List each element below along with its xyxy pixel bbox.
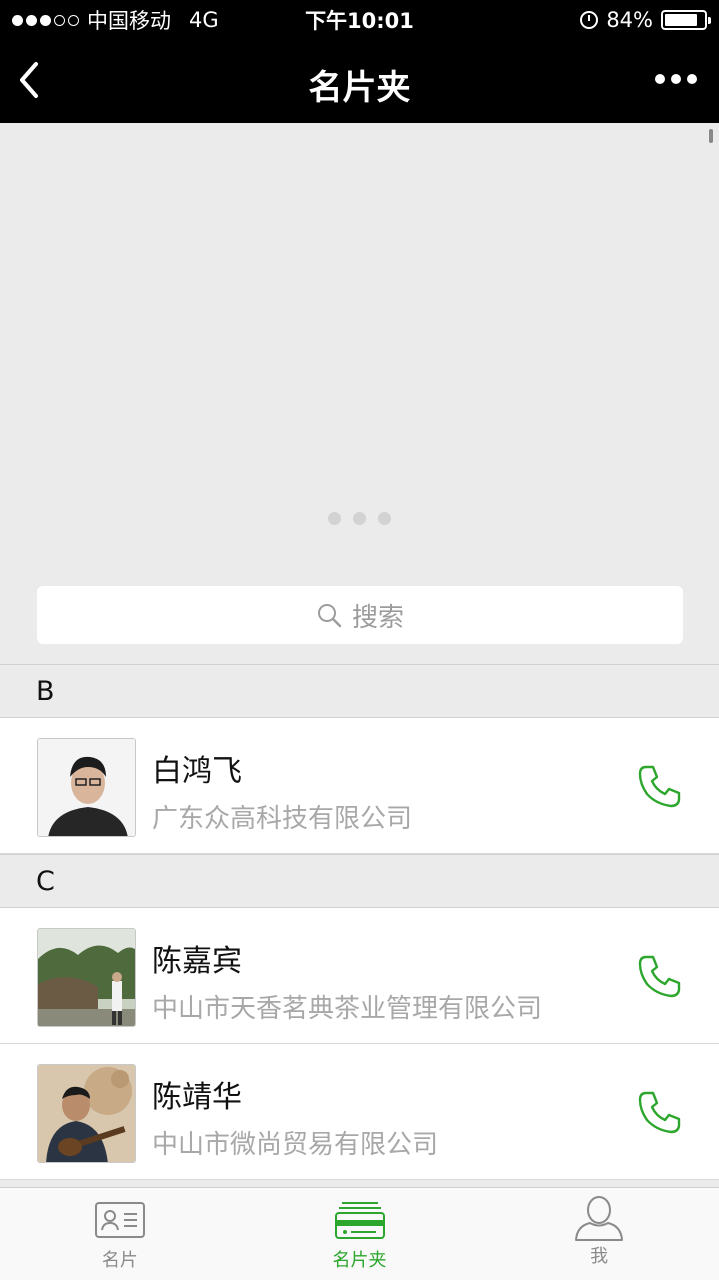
phone-icon [638,955,681,998]
contact-row[interactable]: 陈靖华 中山市微尚贸易有限公司 [0,1044,719,1180]
avatar[interactable] [37,928,136,1027]
network-type: 4G [189,8,219,32]
tab-bar: 名片 名片夹 我 [0,1187,719,1280]
status-bar: 中国移动 4G 下午10:01 84% [0,0,719,40]
carrier-name: 中国移动 [87,9,171,33]
call-button[interactable] [636,952,684,1000]
call-button[interactable] [636,1088,684,1136]
search-placeholder: 搜索 [351,602,404,633]
tab-label: 名片夹 [332,1250,387,1271]
contact-row[interactable]: 白鸿飞 广东众高科技有限公司 [0,718,719,854]
status-left: 中国移动 4G [12,5,219,35]
search-icon [317,604,342,628]
avatar[interactable] [37,1064,136,1163]
search-input[interactable]: 搜索 [37,586,683,644]
loading-dots [0,512,719,525]
person-icon [575,1196,624,1241]
more-dots-icon [655,74,665,84]
page-title: 名片夹 [308,68,411,108]
status-right: 84% [580,8,711,32]
battery-percent: 84% [606,8,653,32]
content-area[interactable]: 搜索 B 白鸿飞 广东众高科技有限公司 C 陈嘉宾 中山市天香茗典茶业管理有限公… [0,123,719,1187]
section-header-b: B [0,664,719,718]
call-button[interactable] [636,762,684,810]
battery-icon [661,10,711,30]
nav-bar: 名片夹 [0,40,719,123]
section-letter: C [36,865,55,897]
scrollbar[interactable] [709,129,713,143]
section-letter: B [36,675,55,707]
tab-label: 名片 [101,1250,138,1271]
alarm-icon [580,11,599,29]
tab-me[interactable]: 我 [479,1188,719,1280]
signal-strength-icon [12,14,79,26]
tab-card-folder[interactable]: 名片夹 [240,1188,480,1280]
tab-label: 我 [590,1246,609,1267]
avatar[interactable] [37,738,136,837]
card-folder-icon [334,1202,385,1239]
phone-icon [638,765,681,808]
contact-company: 广东众高科技有限公司 [152,804,413,834]
contact-name: 陈靖华 [152,1080,242,1115]
contact-name: 白鸿飞 [152,754,242,789]
card-icon [94,1202,145,1238]
contact-name: 陈嘉宾 [152,944,242,979]
section-header-c: C [0,854,719,908]
contact-row[interactable]: 陈嘉宾 中山市天香茗典茶业管理有限公司 [0,908,719,1044]
contact-company: 中山市天香茗典茶业管理有限公司 [152,994,543,1024]
tab-card[interactable]: 名片 [0,1188,240,1280]
more-button[interactable] [655,74,697,84]
contact-company: 中山市微尚贸易有限公司 [152,1130,439,1160]
phone-icon [638,1091,681,1134]
